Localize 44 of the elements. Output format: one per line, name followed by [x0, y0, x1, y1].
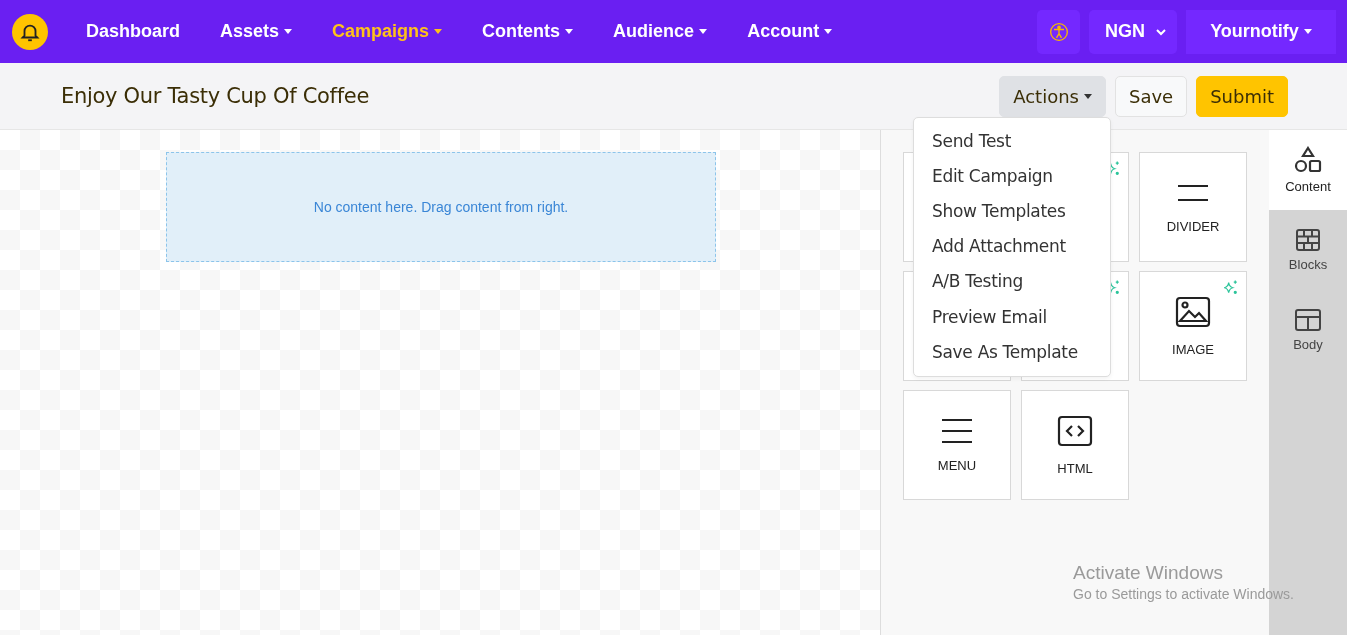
nav-link[interactable]: Assets — [220, 21, 293, 42]
campaign-title: Enjoy Our Tasty Cup Of Coffee — [61, 84, 370, 108]
content-tile[interactable]: DIVIDER — [1139, 152, 1247, 262]
currency-select[interactable]: NGN — [1089, 9, 1177, 54]
header-button[interactable]: Save — [1114, 75, 1188, 117]
nav-link[interactable]: Audience — [613, 21, 708, 42]
tile-label: IMAGE — [1172, 341, 1214, 357]
menu-item[interactable]: Send Test — [914, 123, 1110, 159]
header-button[interactable]: Submit — [1196, 75, 1288, 117]
image-icon — [1175, 295, 1211, 328]
chevron-down-icon — [1155, 27, 1167, 36]
activation-notice-text: Go to Settings to activate Windows. — [1073, 586, 1294, 602]
menu-item[interactable]: Edit Campaign — [914, 158, 1110, 194]
menu-item[interactable]: Save As Template — [914, 334, 1110, 370]
tile-label: HTML — [1057, 460, 1093, 476]
bell-logo-icon[interactable] — [12, 13, 48, 50]
accessibility-button[interactable] — [1037, 9, 1080, 54]
menu-icon — [941, 417, 973, 444]
content-tile[interactable]: HTML — [1021, 390, 1129, 500]
menu-item[interactable]: Preview Email — [914, 298, 1110, 335]
nav-link[interactable]: Dashboard — [86, 21, 181, 42]
layout-icon — [1294, 308, 1322, 332]
tile-label: DIVIDER — [1166, 218, 1220, 234]
drop-zone-hint: No content here. Drag content from right. — [313, 199, 569, 215]
menu-item[interactable]: A/B Testing — [914, 263, 1110, 299]
nav-link[interactable]: Contents — [482, 21, 574, 42]
nav-link[interactable]: Campaigns — [332, 21, 443, 42]
sparkle-icon — [1224, 280, 1238, 294]
code-icon — [1057, 414, 1093, 447]
content-tile[interactable]: MENU — [903, 390, 1011, 500]
brick-grid-icon — [1295, 228, 1321, 252]
side-tab[interactable]: Blocks — [1269, 210, 1347, 290]
header-button[interactable]: Actions — [999, 75, 1106, 117]
accessibility-icon — [1048, 21, 1069, 42]
menu-item[interactable]: Show Templates — [914, 193, 1110, 229]
content-tile[interactable]: IMAGE — [1139, 271, 1247, 381]
account-menu-button[interactable]: Yournotify — [1186, 9, 1336, 54]
side-tab[interactable]: Body — [1269, 290, 1347, 370]
tile-label: MENU — [937, 457, 977, 473]
nav-link[interactable]: Account — [747, 21, 833, 42]
side-tab[interactable]: Content — [1269, 130, 1347, 210]
menu-item[interactable]: Add Attachment — [914, 228, 1110, 264]
shapes-icon — [1293, 146, 1323, 174]
activation-notice-title: Activate Windows — [1073, 562, 1224, 584]
